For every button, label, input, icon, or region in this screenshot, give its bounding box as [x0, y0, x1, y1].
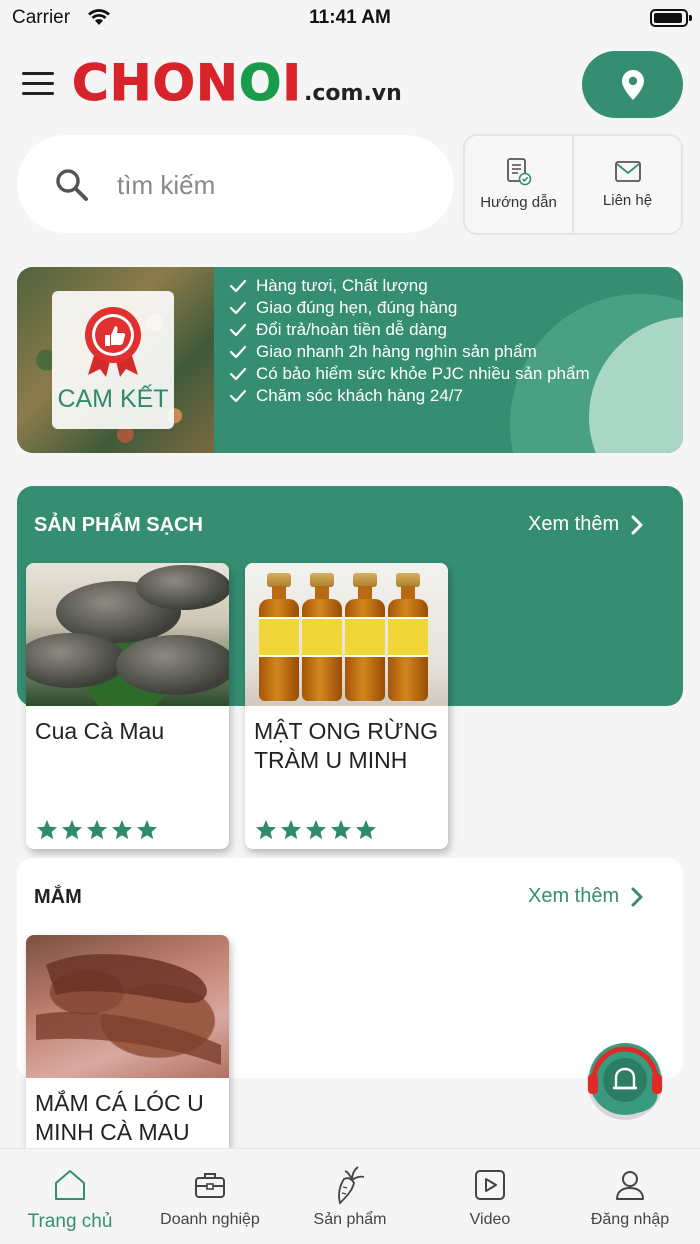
briefcase-icon	[195, 1173, 225, 1198]
tab-label: Doanh nghiệp	[160, 1211, 260, 1228]
guide-label: Hướng dẫn	[480, 194, 557, 211]
tab-video[interactable]: Video	[420, 1149, 560, 1244]
product-card[interactable]: MẬT ONG RỪNG TRÀM U MINH	[245, 563, 448, 849]
guide-button[interactable]: Hướng dẫn	[465, 136, 572, 233]
see-more-link[interactable]: Xem thêm	[528, 885, 643, 908]
product-card[interactable]: Cua Cà Mau	[26, 563, 229, 849]
search-bar[interactable]	[17, 135, 454, 233]
checkmark-icon	[229, 389, 247, 403]
search-input[interactable]	[117, 165, 427, 205]
search-icon	[56, 169, 88, 201]
chevron-right-icon	[631, 515, 643, 534]
video-play-icon	[475, 1170, 505, 1200]
tab-login[interactable]: Đăng nhập	[560, 1149, 700, 1244]
checkmark-icon	[229, 367, 247, 381]
star-icon	[280, 819, 302, 840]
contact-label: Liên hệ	[602, 192, 653, 209]
logo-main-text: CHONOI	[71, 54, 303, 112]
award-ribbon-icon	[85, 307, 141, 377]
star-icon	[36, 819, 58, 840]
commitment-banner[interactable]: CAM KẾT Hàng tươi, Chất lượng Giao đúng h…	[17, 267, 683, 453]
product-image	[26, 563, 229, 706]
location-pin-icon	[621, 69, 644, 100]
support-bell-button[interactable]	[582, 1036, 668, 1122]
commitment-item: Hàng tươi, Chất lượng	[229, 275, 590, 297]
battery-icon	[650, 9, 692, 27]
checkmark-icon	[229, 279, 247, 293]
tab-home[interactable]: Trang chủ	[0, 1149, 140, 1244]
tab-products[interactable]: Sản phẩm	[280, 1149, 420, 1244]
tab-label: Video	[469, 1211, 511, 1228]
see-more-link[interactable]: Xem thêm	[528, 513, 643, 536]
star-icon	[86, 819, 108, 840]
mail-icon	[614, 161, 641, 182]
status-time: 11:41 AM	[309, 7, 391, 28]
star-icon	[61, 819, 83, 840]
user-icon	[616, 1171, 644, 1200]
tab-label: Đăng nhập	[590, 1211, 670, 1228]
logo-suffix-text: .com.vn	[304, 81, 402, 106]
contact-button[interactable]: Liên hệ	[572, 136, 681, 233]
see-more-label: Xem thêm	[528, 513, 620, 535]
product-image	[245, 563, 448, 706]
commitment-item-text: Giao đúng hẹn, đúng hàng	[256, 298, 458, 317]
section-title: SẢN PHẨM SẠCH	[34, 514, 203, 536]
checkmark-icon	[229, 323, 247, 337]
logo[interactable]: CHONOI.com.vn	[71, 58, 402, 109]
bottom-tab-bar: Trang chủ Doanh nghiệp Sản phẩm Video Đă…	[0, 1148, 700, 1244]
product-image	[26, 935, 229, 1078]
home-icon	[55, 1170, 85, 1200]
rating-stars	[255, 819, 377, 840]
commitment-item: Chăm sóc khách hàng 24/7	[229, 385, 590, 407]
star-icon	[255, 819, 277, 840]
product-name: Cua Cà Mau	[35, 718, 165, 744]
checkmark-icon	[229, 345, 247, 359]
commitment-item-text: Hàng tươi, Chất lượng	[256, 276, 428, 295]
commitment-item: Giao đúng hẹn, đúng hàng	[229, 297, 590, 319]
commitment-item: Giao nhanh 2h hàng nghìn sản phẩm	[229, 341, 590, 363]
section-title: MẮM	[34, 886, 82, 908]
status-bar: Carrier 11:41 AM	[0, 0, 700, 36]
product-name: MẬT ONG RỪNG TRÀM U MINH	[254, 718, 439, 773]
star-icon	[111, 819, 133, 840]
commitment-item-text: Giao nhanh 2h hàng nghìn sản phẩm	[256, 342, 537, 361]
see-more-label: Xem thêm	[528, 885, 620, 907]
commitment-item-text: Chăm sóc khách hàng 24/7	[256, 386, 463, 405]
checkmark-icon	[229, 301, 247, 315]
tab-label: Sản phẩm	[313, 1211, 387, 1228]
star-icon	[136, 819, 158, 840]
carrot-icon	[338, 1166, 365, 1205]
commitment-item: Có bảo hiểm sức khỏe PJC nhiều sản phẩm	[229, 363, 590, 385]
commitment-list: Hàng tươi, Chất lượng Giao đúng hẹn, đúng…	[229, 275, 590, 407]
commitment-item-text: Có bảo hiểm sức khỏe PJC nhiều sản phẩm	[256, 364, 590, 383]
star-icon	[305, 819, 327, 840]
tab-business[interactable]: Doanh nghiệp	[140, 1149, 280, 1244]
chevron-right-icon	[631, 887, 643, 906]
commitment-badge: CAM KẾT	[52, 291, 174, 429]
star-icon	[330, 819, 352, 840]
tab-label: Trang chủ	[27, 1211, 113, 1232]
location-button[interactable]	[582, 51, 683, 118]
commitment-item: Đổi trả/hoàn tiền dễ dàng	[229, 319, 590, 341]
quick-links: Hướng dẫn Liên hệ	[463, 134, 683, 235]
guide-document-icon	[506, 158, 531, 186]
rating-stars	[36, 819, 158, 840]
product-name: MẮM CÁ LÓC U MINH CÀ MAU	[35, 1090, 204, 1145]
star-icon	[355, 819, 377, 840]
menu-icon[interactable]	[22, 72, 54, 98]
commitment-badge-text: CAM KẾT	[57, 385, 169, 413]
product-card[interactable]: MẮM CÁ LÓC U MINH CÀ MAU	[26, 935, 229, 1149]
commitment-item-text: Đổi trả/hoàn tiền dễ dàng	[256, 320, 447, 339]
